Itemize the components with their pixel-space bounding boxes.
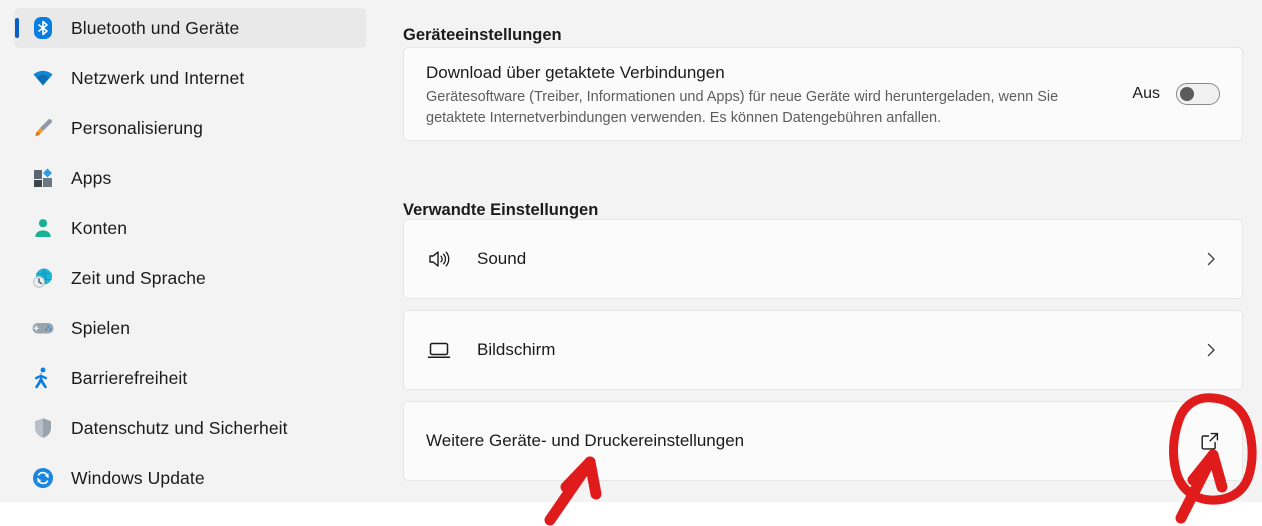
related-setting-label: Bildschirm [477,340,556,359]
sidebar-item-label: Spielen [71,317,131,338]
sidebar-item-bluetooth-und-gerate[interactable]: Bluetooth und Geräte [14,8,366,48]
sidebar-item-datenschutz-und-sicherheit[interactable]: Datenschutz und Sicherheit [14,408,366,448]
clock-globe-icon [31,266,55,290]
sidebar-item-label: Zeit und Sprache [71,267,206,288]
sidebar-item-label: Konten [71,217,128,238]
settings-content: Geräteeinstellungen Download über getakt… [380,0,1262,502]
settings-window: Bluetooth und Geräte Netzwerk und Intern… [0,0,1262,526]
related-setting-row-sound[interactable]: Sound [403,219,1243,299]
account-icon [31,216,55,240]
sidebar-item-label: Netzwerk und Internet [71,67,245,88]
metered-download-toggle[interactable] [1176,83,1220,105]
sidebar-item-label: Datenschutz und Sicherheit [71,417,288,438]
related-setting-label: Sound [477,249,527,268]
toggle-state-label: Aus [1132,85,1160,102]
paintbrush-icon [31,116,55,140]
related-setting-label: Weitere Geräte- und Druckereinstellungen [426,431,745,450]
sidebar-item-label: Bluetooth und Geräte [71,17,240,38]
sidebar-item-konten[interactable]: Konten [14,208,366,248]
external-link-icon[interactable] [1200,431,1220,451]
related-setting-row-bildschirm[interactable]: Bildschirm [403,310,1243,390]
gamepad-icon [31,316,55,340]
sidebar-item-zeit-und-sprache[interactable]: Zeit und Sprache [14,258,366,298]
metered-download-card: Download über getaktete Verbindungen Ger… [403,47,1243,141]
monitor-icon [426,337,452,363]
speaker-icon [426,246,452,272]
wifi-icon [31,66,55,90]
metered-download-title: Download über getaktete Verbindungen [426,63,725,82]
accessibility-icon [31,366,55,390]
update-icon [31,466,55,490]
metered-download-toggle-group: Aus [1132,83,1220,105]
sidebar-item-label: Apps [71,167,112,188]
settings-sidebar: Bluetooth und Geräte Netzwerk und Intern… [0,0,380,502]
toggle-knob [1180,87,1194,101]
sidebar-item-spielen[interactable]: Spielen [14,308,366,348]
sidebar-item-label: Personalisierung [71,117,203,138]
metered-download-description: Gerätesoftware (Treiber, Informationen u… [426,89,1059,126]
sidebar-item-windows-update[interactable]: Windows Update [14,458,366,498]
chevron-right-icon [1204,252,1218,266]
sidebar-item-barrierefreiheit[interactable]: Barrierefreiheit [14,358,366,398]
shield-icon [31,416,55,440]
chevron-right-icon [1204,343,1218,357]
related-settings-heading: Verwandte Einstellungen [403,200,599,219]
device-settings-heading: Geräteeinstellungen [403,25,562,44]
sidebar-item-label: Windows Update [71,467,205,488]
sidebar-item-personalisierung[interactable]: Personalisierung [14,108,366,148]
related-setting-row-weitere-gerate-und-druckereinstellungen[interactable]: Weitere Geräte- und Druckereinstellungen [403,401,1243,481]
sidebar-item-apps[interactable]: Apps [14,158,366,198]
sidebar-item-netzwerk-und-internet[interactable]: Netzwerk und Internet [14,58,366,98]
bluetooth-icon [31,16,55,40]
apps-icon [31,166,55,190]
sidebar-item-label: Barrierefreiheit [71,367,188,388]
